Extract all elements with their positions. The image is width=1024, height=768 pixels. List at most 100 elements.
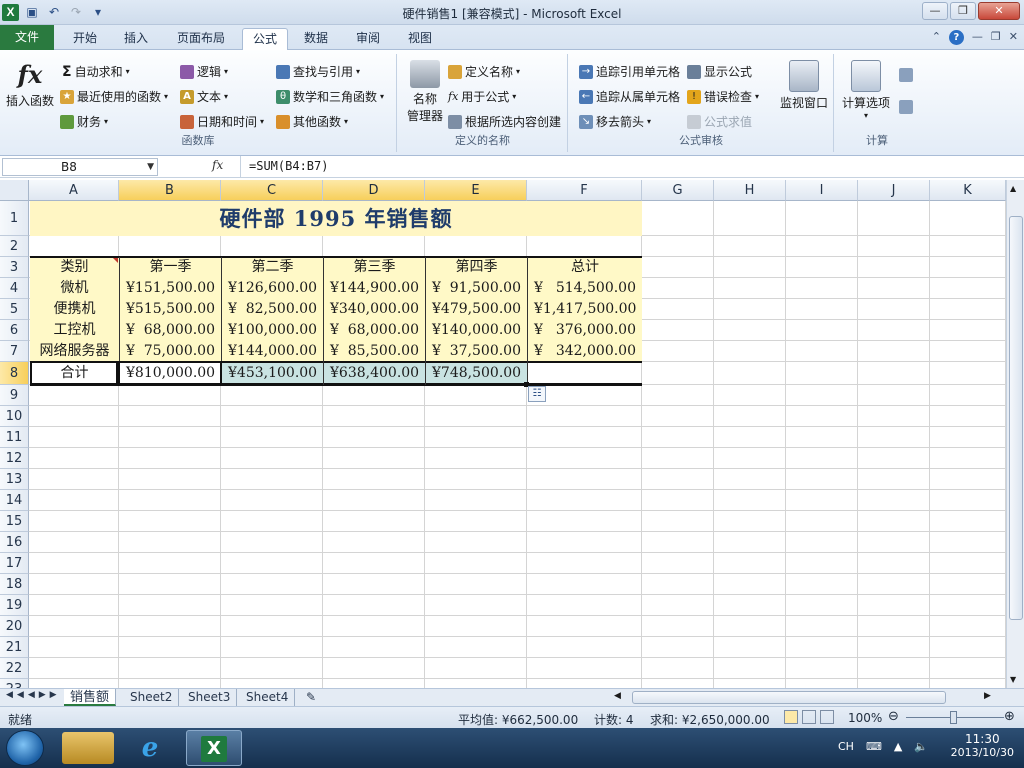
- internet-explorer-icon[interactable]: e: [122, 730, 178, 766]
- volume-icon[interactable]: 🔈: [914, 740, 928, 753]
- category-cell[interactable]: 网络服务器: [30, 341, 119, 362]
- scroll-left-icon[interactable]: ◀: [614, 691, 621, 701]
- name-manager-button[interactable]: 名称 管理器: [402, 60, 448, 124]
- column-header-f[interactable]: F: [527, 180, 642, 201]
- insert-sheet-icon[interactable]: ✎: [300, 689, 322, 706]
- scroll-down-icon[interactable]: ▼: [1010, 675, 1016, 684]
- sheet-tab-sheet4[interactable]: Sheet4: [240, 689, 296, 706]
- workbook-restore-icon[interactable]: ❐: [991, 30, 1001, 45]
- math-button[interactable]: θ 数学和三角函数 ▾: [276, 88, 384, 105]
- row-header-23[interactable]: 23: [0, 679, 29, 688]
- row-header-14[interactable]: 14: [0, 490, 29, 511]
- row-header-8[interactable]: 8: [0, 362, 29, 385]
- row-header-11[interactable]: 11: [0, 427, 29, 448]
- close-button[interactable]: ✕: [978, 2, 1020, 20]
- header-cell[interactable]: 总计: [528, 257, 642, 278]
- autosum-button[interactable]: Σ 自动求和 ▾: [62, 63, 130, 80]
- value-cell[interactable]: ¥37,500.00: [426, 341, 527, 362]
- define-name-button[interactable]: 定义名称 ▾: [448, 63, 520, 80]
- trace-dependents-button[interactable]: ← 追踪从属单元格: [579, 88, 680, 105]
- tab-file[interactable]: 文件: [0, 25, 54, 50]
- tab-view[interactable]: 视图: [398, 28, 442, 50]
- total-value-cell[interactable]: ¥748,500.00: [426, 362, 527, 385]
- value-cell[interactable]: ¥1,417,500.00: [528, 299, 642, 320]
- row-header-19[interactable]: 19: [0, 595, 29, 616]
- tab-data[interactable]: 数据: [294, 28, 338, 50]
- row-header-5[interactable]: 5: [0, 299, 29, 320]
- minimize-button[interactable]: —: [922, 2, 948, 20]
- value-cell[interactable]: ¥144,900.00: [324, 278, 425, 299]
- chevron-down-icon[interactable]: ▼: [147, 159, 154, 175]
- header-cell[interactable]: 第三季: [324, 257, 425, 278]
- sheet-tab-sales[interactable]: 销售额: [64, 689, 117, 706]
- value-cell[interactable]: ¥75,000.00: [120, 341, 221, 362]
- insert-function-button[interactable]: fx 插入函数: [4, 60, 56, 109]
- column-header-e[interactable]: E: [425, 180, 527, 201]
- row-header-7[interactable]: 7: [0, 341, 29, 362]
- calculate-sheet-icon[interactable]: [899, 100, 913, 114]
- keyboard-icon[interactable]: ⌨: [866, 740, 882, 753]
- remove-arrows-button[interactable]: ↘ 移去箭头 ▾: [579, 113, 651, 130]
- total-value-cell[interactable]: ¥638,400.00: [324, 362, 425, 385]
- insert-function-fx-icon[interactable]: fx: [212, 158, 223, 172]
- header-cell[interactable]: 第一季: [120, 257, 221, 278]
- category-cell[interactable]: 微机: [30, 278, 119, 299]
- row-header-12[interactable]: 12: [0, 448, 29, 469]
- trace-precedents-button[interactable]: → 追踪引用单元格: [579, 63, 680, 80]
- show-hidden-icons-icon[interactable]: ▲: [894, 740, 902, 753]
- tab-page-layout[interactable]: 页面布局: [166, 28, 236, 50]
- formula-input[interactable]: =SUM(B4:B7): [240, 156, 1004, 177]
- sheet-nav-arrows-icon[interactable]: ◀◀◀▶▶: [6, 690, 61, 700]
- value-cell[interactable]: ¥144,000.00: [222, 341, 323, 362]
- row-header-9[interactable]: 9: [0, 385, 29, 406]
- workbook-minimize-icon[interactable]: —: [972, 30, 983, 45]
- horizontal-scroll-thumb[interactable]: [632, 691, 946, 704]
- tab-insert[interactable]: 插入: [112, 28, 160, 50]
- zoom-in-icon[interactable]: ⊕: [1004, 709, 1015, 724]
- sheet-title[interactable]: 硬件部 1995 年销售额: [30, 201, 642, 236]
- restore-button[interactable]: ❐: [950, 2, 976, 20]
- row-header-4[interactable]: 4: [0, 278, 29, 299]
- use-in-formula-button[interactable]: fx 用于公式 ▾: [448, 88, 516, 105]
- value-cell[interactable]: ¥126,600.00: [222, 278, 323, 299]
- column-header-g[interactable]: G: [642, 180, 714, 201]
- value-cell[interactable]: ¥515,500.00: [120, 299, 221, 320]
- watch-window-button[interactable]: 监视窗口: [777, 60, 831, 111]
- row-header-15[interactable]: 15: [0, 511, 29, 532]
- windows-start-icon[interactable]: [6, 730, 44, 766]
- calculate-now-icon[interactable]: [899, 68, 913, 82]
- workbook-close-icon[interactable]: ✕: [1009, 30, 1018, 45]
- financial-button[interactable]: 财务 ▾: [60, 113, 108, 130]
- column-header-j[interactable]: J: [858, 180, 930, 201]
- sheet-tab-sheet2[interactable]: Sheet2: [124, 689, 180, 706]
- value-cell[interactable]: ¥151,500.00: [120, 278, 221, 299]
- zoom-slider-thumb[interactable]: [950, 711, 957, 724]
- value-cell[interactable]: ¥342,000.00: [528, 341, 642, 362]
- row-header-1[interactable]: 1: [0, 201, 29, 236]
- value-cell[interactable]: ¥140,000.00: [426, 320, 527, 341]
- value-cell[interactable]: ¥100,000.00: [222, 320, 323, 341]
- normal-view-icon[interactable]: [784, 710, 798, 724]
- value-cell[interactable]: ¥514,500.00: [528, 278, 642, 299]
- clock[interactable]: 11:30 2013/10/30: [951, 732, 1014, 759]
- lookup-button[interactable]: 查找与引用 ▾: [276, 63, 360, 80]
- error-checking-button[interactable]: ! 错误检查 ▾: [687, 88, 759, 105]
- value-cell[interactable]: ¥91,500.00: [426, 278, 527, 299]
- zoom-out-icon[interactable]: ⊖: [888, 709, 899, 724]
- calc-options-button[interactable]: 计算选项 ▾: [837, 60, 895, 120]
- column-header-a[interactable]: A: [29, 180, 119, 201]
- help-icon[interactable]: ?: [948, 30, 964, 45]
- scroll-right-icon[interactable]: ▶: [984, 691, 991, 701]
- text-button[interactable]: A 文本 ▾: [180, 88, 228, 105]
- row-header-13[interactable]: 13: [0, 469, 29, 490]
- tab-home[interactable]: 开始: [60, 28, 110, 50]
- datetime-button[interactable]: 日期和时间 ▾: [180, 113, 264, 130]
- evaluate-formula-button[interactable]: 公式求值: [687, 113, 752, 130]
- category-cell[interactable]: 工控机: [30, 320, 119, 341]
- value-cell[interactable]: ¥85,500.00: [324, 341, 425, 362]
- row-header-18[interactable]: 18: [0, 574, 29, 595]
- column-header-k[interactable]: K: [930, 180, 1006, 201]
- row-header-3[interactable]: 3: [0, 257, 29, 278]
- row-header-2[interactable]: 2: [0, 236, 29, 257]
- header-cell[interactable]: 类别: [30, 257, 119, 278]
